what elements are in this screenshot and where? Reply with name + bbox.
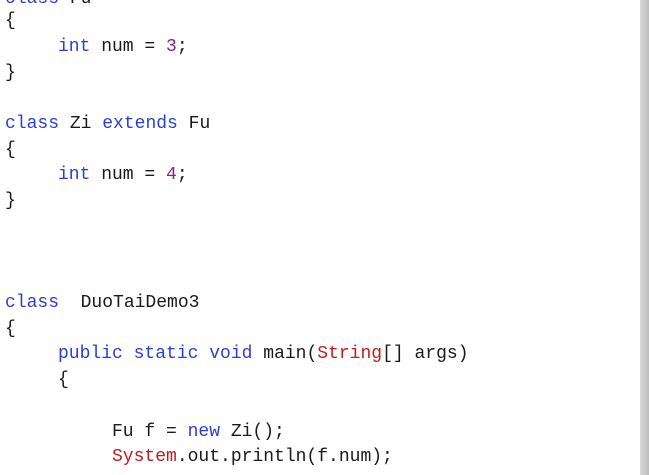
code-line-zi-num: int num = 4;: [5, 164, 188, 186]
code-token: String: [317, 344, 383, 364]
code-token: {: [5, 11, 16, 31]
code-token: Zi: [59, 114, 103, 134]
code-token: num =: [90, 37, 167, 57]
code-token: {: [5, 319, 16, 339]
code-token: }: [5, 63, 16, 83]
code-token: 3: [166, 37, 177, 57]
code-token: new: [187, 422, 221, 442]
code-token: 4: [166, 165, 177, 185]
code-token: ;: [176, 165, 188, 185]
code-token: main(: [252, 344, 318, 364]
code-line-main-signature: public static void main(String[] args): [5, 343, 469, 365]
code-token: .out.println(f.num);: [176, 447, 393, 467]
code-token: void: [209, 344, 253, 364]
code-token: System: [112, 447, 177, 467]
code-token: [] args): [382, 344, 469, 364]
code-token: extends: [102, 114, 178, 134]
code-line-fu-num: int num = 3;: [5, 36, 188, 58]
code-token: Zi();: [220, 422, 285, 442]
code-line-open-brace: {: [5, 10, 16, 32]
code-token: DuoTaiDemo3: [59, 293, 200, 313]
code-line-close-brace: }: [5, 190, 16, 212]
code-token: int: [58, 37, 91, 57]
code-token: class: [5, 293, 60, 313]
code-token: ;: [176, 37, 188, 57]
code-line-open-brace: {: [5, 318, 16, 340]
code-token: Fu: [177, 114, 211, 134]
code-token: class: [5, 114, 60, 134]
code-line-new-zi: Fu f = new Zi();: [5, 421, 285, 443]
code-token: public: [58, 344, 123, 364]
code-line-class-zi: class Zi extends Fu: [5, 113, 210, 135]
code-token: {: [5, 140, 16, 160]
code-token: Fu f =: [112, 422, 188, 442]
code-line-close-brace: }: [5, 62, 16, 84]
code-line-class-fu: class Fu: [5, 0, 91, 10]
code-token: Fu: [59, 0, 92, 9]
vertical-scrollbar[interactable]: [640, 0, 649, 475]
code-line-println: System.out.println(f.num);: [5, 446, 393, 468]
code-token: }: [5, 191, 16, 211]
code-editor[interactable]: class Fu { int num = 3; } class Zi exten…: [0, 0, 640, 475]
code-token: class: [5, 0, 59, 9]
code-line-class-duotaidemo3: class DuoTaiDemo3: [5, 292, 199, 314]
code-token: {: [58, 370, 69, 390]
code-token: int: [58, 165, 91, 185]
code-token: num =: [90, 165, 167, 185]
code-line-open-brace: {: [5, 139, 16, 161]
code-line-open-brace: {: [5, 369, 69, 391]
code-token: static: [133, 344, 199, 364]
